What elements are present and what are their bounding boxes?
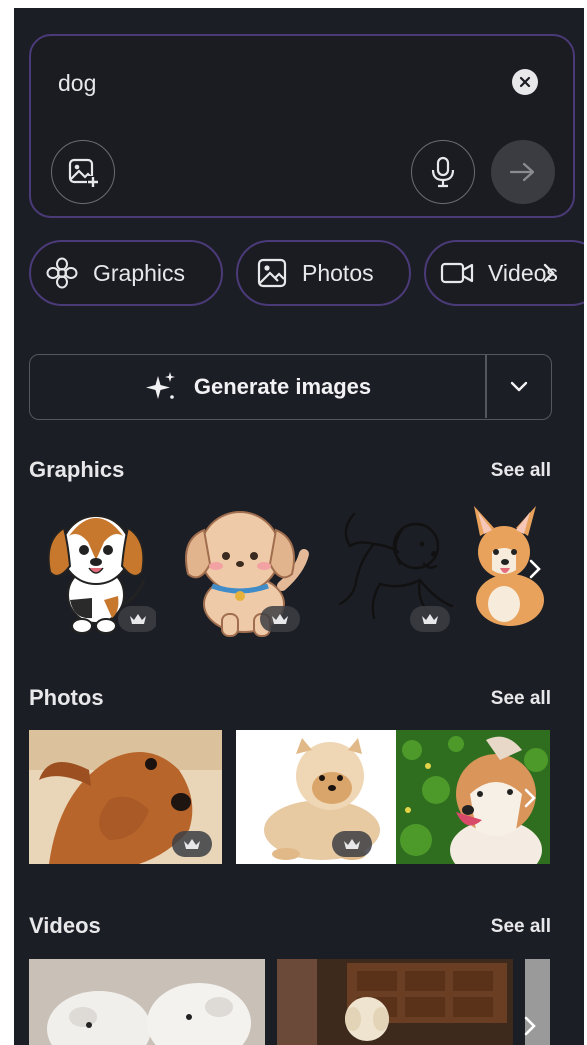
microphone-icon: [431, 156, 455, 188]
generate-options-dropdown[interactable]: [487, 355, 551, 418]
graphic-thumbnail[interactable]: [174, 500, 312, 640]
photo-thumbnail[interactable]: [236, 730, 396, 864]
chip-graphics[interactable]: Graphics: [29, 240, 223, 306]
video-thumbnail[interactable]: [29, 959, 265, 1045]
chevron-down-icon: [510, 381, 528, 391]
search-box[interactable]: dog: [29, 34, 575, 218]
premium-badge: [410, 606, 450, 632]
search-input[interactable]: dog: [58, 70, 96, 97]
section-title-photos: Photos: [29, 685, 104, 710]
image-icon: [257, 258, 287, 288]
generate-images-control: Generate images: [29, 354, 552, 420]
photos-scroll-right-button[interactable]: [516, 778, 544, 818]
premium-badge: [260, 606, 300, 632]
photo-thumbnail[interactable]: [29, 730, 222, 864]
add-image-icon: [68, 158, 99, 188]
chip-label: Photos: [302, 259, 374, 286]
video-thumbnail[interactable]: [277, 959, 513, 1045]
section-title-videos: Videos: [29, 913, 101, 938]
sparkle-icon: [145, 371, 175, 399]
clear-search-button[interactable]: [512, 69, 538, 95]
close-icon: [519, 76, 531, 88]
premium-badge: [332, 831, 372, 857]
section-title-graphics: Graphics: [29, 457, 125, 482]
crown-icon: [344, 839, 360, 849]
chevron-right-icon: [524, 788, 536, 808]
videos-scroll-right-button[interactable]: [516, 1006, 544, 1045]
graphic-thumbnail[interactable]: [34, 500, 156, 640]
graphics-scroll-right-button[interactable]: [521, 549, 549, 589]
chevron-right-icon: [543, 263, 555, 283]
crown-icon: [422, 614, 438, 624]
chevron-right-icon: [524, 1016, 536, 1036]
see-all-videos-link[interactable]: See all: [491, 916, 551, 938]
chevron-right-icon: [529, 559, 541, 579]
chip-videos[interactable]: Videos: [424, 240, 584, 306]
submit-search-button[interactable]: [491, 140, 555, 204]
arrow-right-icon: [509, 162, 535, 182]
pomeranian-photo: [264, 738, 380, 860]
crown-icon: [130, 614, 146, 624]
generate-images-button[interactable]: Generate images: [30, 355, 485, 418]
crown-icon: [184, 839, 200, 849]
search-panel: dog Graphics Photos Videos Generate imag…: [14, 8, 584, 1045]
chip-label: Graphics: [93, 259, 186, 286]
upload-image-button[interactable]: [51, 140, 115, 204]
see-all-graphics-link[interactable]: See all: [491, 460, 551, 482]
graphic-thumbnail[interactable]: [320, 500, 460, 640]
premium-badge: [172, 831, 212, 857]
video-camera-icon: [440, 262, 474, 284]
voice-search-button[interactable]: [411, 140, 475, 204]
chip-photos[interactable]: Photos: [236, 240, 411, 306]
see-all-photos-link[interactable]: See all: [491, 688, 551, 710]
chips-scroll-right-button[interactable]: [542, 262, 556, 289]
generate-images-label: Generate images: [193, 373, 372, 399]
flower-icon: [46, 257, 78, 289]
premium-badge: [118, 606, 156, 632]
puppies-video: [29, 959, 265, 1045]
crown-icon: [272, 614, 288, 624]
poodle-video: [277, 959, 513, 1045]
